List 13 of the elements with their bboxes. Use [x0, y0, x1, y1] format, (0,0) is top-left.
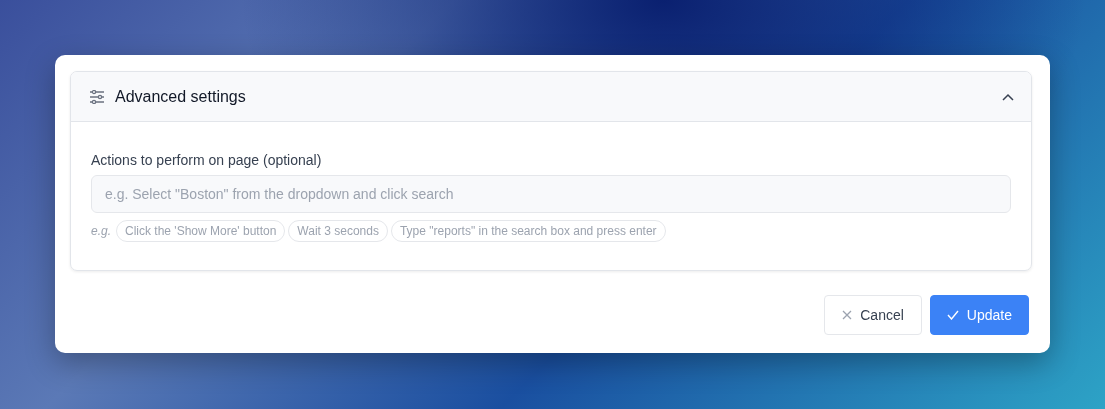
example-chip[interactable]: Click the 'Show More' button — [116, 220, 286, 242]
cancel-button[interactable]: Cancel — [824, 295, 922, 335]
section-header[interactable]: Advanced settings — [71, 72, 1031, 122]
actions-input[interactable]: e.g. Select "Boston" from the dropdown and click search — [91, 175, 1011, 213]
check-icon — [946, 310, 959, 320]
section-title: Advanced settings — [115, 87, 247, 106]
example-chip[interactable]: Type "reports" in the search box and press enter — [390, 220, 666, 242]
sliders-icon — [89, 89, 105, 104]
example-prefix: e.g. — [91, 224, 111, 238]
update-button[interactable]: Update — [929, 295, 1029, 335]
example-chip[interactable]: Wait 3 seconds — [288, 220, 388, 242]
field-label: Actions to perform on page (optional) — [91, 152, 323, 168]
close-icon — [842, 310, 853, 320]
